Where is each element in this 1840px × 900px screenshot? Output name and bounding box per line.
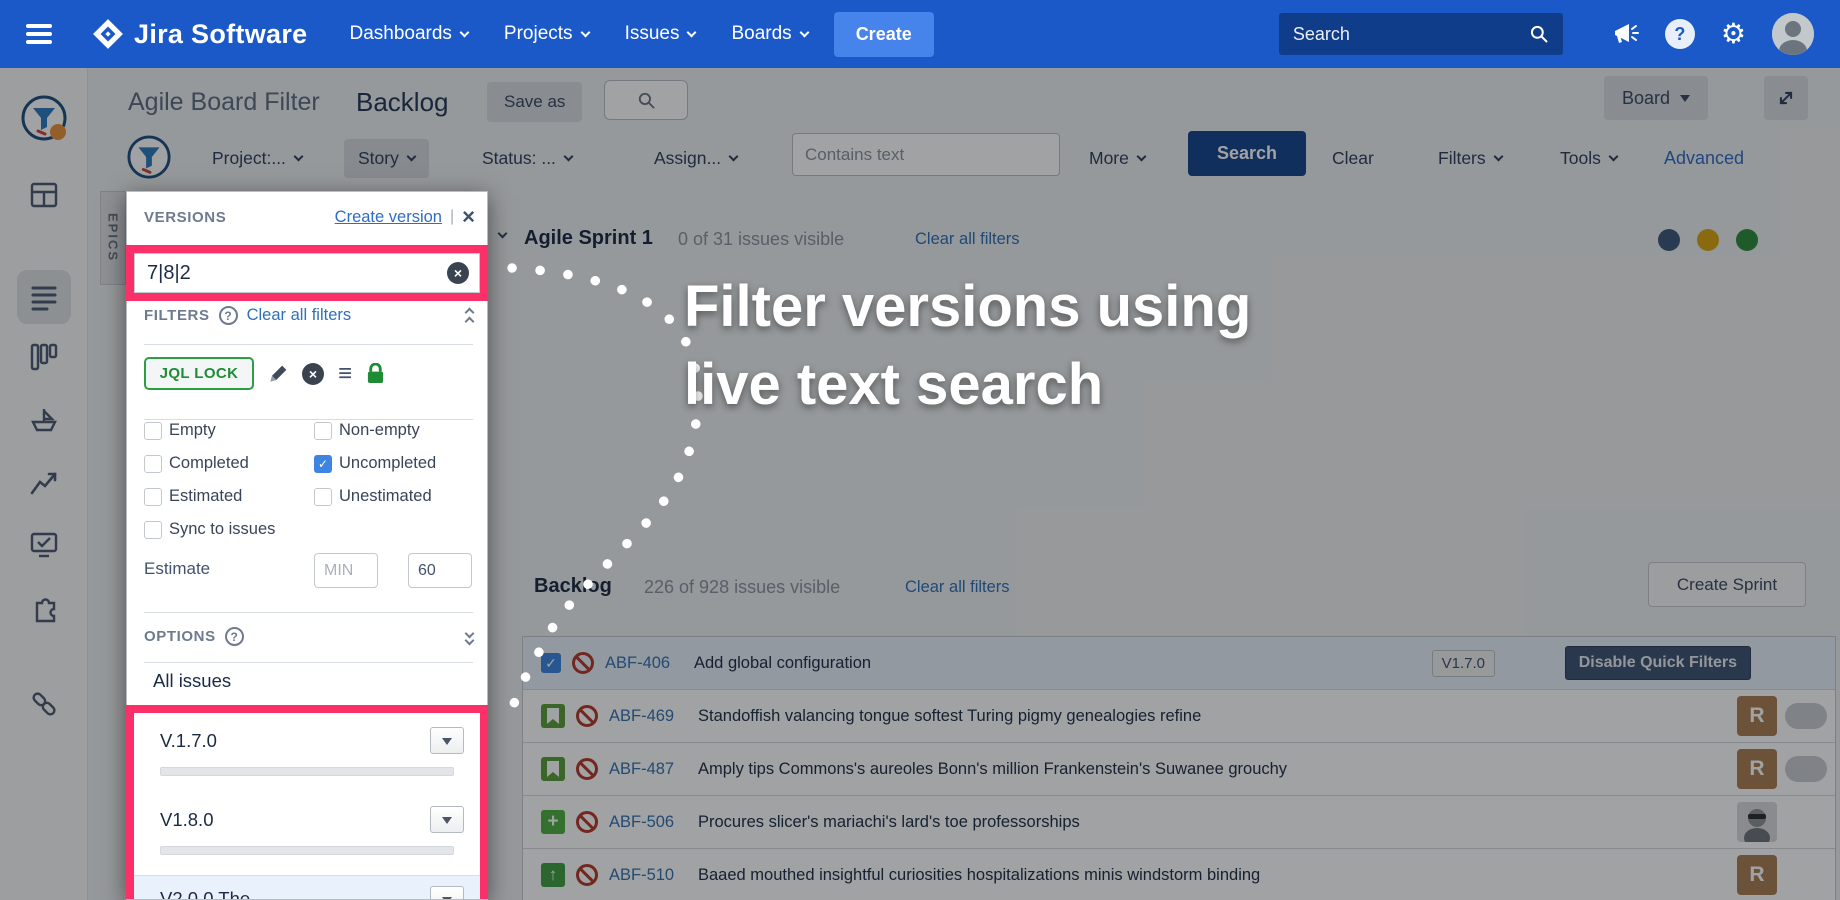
filters-section-header: FILTERS ? Clear all filters <box>144 306 473 325</box>
clear-search-icon[interactable]: × <box>447 262 469 284</box>
jira-backlog-screen: Jira Software Dashboards Projects Issues… <box>0 0 1840 900</box>
nav-menu: Dashboards Projects Issues Boards <box>349 23 807 45</box>
version-item-row[interactable]: V2.0.0 The... <box>134 875 480 899</box>
checkbox-icon <box>314 422 332 440</box>
filter-checkbox-completed[interactable]: Completed <box>144 454 249 473</box>
chevron-down-icon <box>580 27 590 37</box>
avatar-silhouette-icon <box>1772 13 1814 55</box>
chevron-down-icon <box>459 27 469 37</box>
tutorial-annotation: Filter versions using live text search <box>684 268 1251 424</box>
version-progress-bar <box>160 767 454 776</box>
help-icon[interactable]: ? <box>219 306 238 325</box>
versions-panel-header: VERSIONS Create version | × <box>144 206 475 228</box>
nav-boards[interactable]: Boards <box>731 23 807 45</box>
checkbox-icon-checked <box>314 455 332 473</box>
estimate-label: Estimate <box>144 559 210 579</box>
versions-title: VERSIONS <box>144 209 226 226</box>
divider <box>144 344 473 345</box>
filter-checkbox-uncompleted[interactable]: Uncompleted <box>314 454 436 473</box>
filter-checkbox-non-empty[interactable]: Non-empty <box>314 421 420 440</box>
annotation-line-1: Filter versions using <box>684 268 1251 346</box>
close-icon[interactable]: × <box>462 206 475 228</box>
expand-section-icon[interactable] <box>466 630 473 644</box>
filter-checkbox-unestimated[interactable]: Unestimated <box>314 487 432 506</box>
estimate-max-input[interactable] <box>408 553 472 588</box>
version-item[interactable]: V.1.7.0 <box>160 730 217 752</box>
nav-issues[interactable]: Issues <box>625 23 696 45</box>
version-search-input[interactable] <box>135 262 447 285</box>
separator: | <box>450 208 454 226</box>
version-search-highlight: × <box>126 245 488 301</box>
version-item[interactable]: V1.8.0 <box>160 809 214 831</box>
versions-panel: VERSIONS Create version | × × FILTERS ? … <box>126 191 488 900</box>
divider <box>144 419 473 420</box>
checkbox-icon <box>314 488 332 506</box>
divider <box>144 662 473 663</box>
jql-lock-button[interactable]: JQL LOCK <box>144 357 254 390</box>
top-nav: Jira Software Dashboards Projects Issues… <box>0 0 1840 68</box>
all-issues-option[interactable]: All issues <box>153 670 231 692</box>
filter-checkbox-sync-to-issues[interactable]: Sync to issues <box>144 520 275 539</box>
jira-logo[interactable]: Jira Software <box>92 18 307 50</box>
checkbox-icon <box>144 455 162 473</box>
clear-all-filters-link[interactable]: Clear all filters <box>247 306 352 325</box>
megaphone-icon[interactable] <box>1611 20 1639 48</box>
version-dropdown-button[interactable] <box>430 886 464 899</box>
collapse-section-icon[interactable] <box>466 307 473 325</box>
nav-projects[interactable]: Projects <box>504 23 589 45</box>
checkbox-icon <box>144 521 162 539</box>
options-section-header: OPTIONS ? <box>144 627 473 646</box>
remove-jql-icon[interactable]: × <box>302 363 324 385</box>
chevron-down-icon <box>799 27 809 37</box>
help-icon[interactable]: ? <box>1665 19 1695 49</box>
version-progress-bar <box>160 846 454 855</box>
create-button[interactable]: Create <box>834 12 934 57</box>
version-item[interactable]: V2.0.0 The... <box>160 888 266 899</box>
app-switcher-icon[interactable] <box>26 24 52 44</box>
filters-title: FILTERS <box>144 307 210 324</box>
filter-checkbox-empty[interactable]: Empty <box>144 421 216 440</box>
user-avatar[interactable] <box>1772 13 1814 55</box>
divider <box>144 612 473 613</box>
nav-dashboards[interactable]: Dashboards <box>349 23 467 45</box>
global-search-input[interactable] <box>1293 24 1529 45</box>
nav-icon-group: ? ⚙ <box>1611 13 1814 55</box>
checkbox-icon <box>144 488 162 506</box>
annotation-line-2: live text search <box>684 346 1251 424</box>
global-search-box <box>1279 13 1563 55</box>
options-title: OPTIONS <box>144 628 216 645</box>
gear-icon[interactable]: ⚙ <box>1721 20 1746 48</box>
help-icon[interactable]: ? <box>225 627 244 646</box>
lock-icon <box>366 363 385 384</box>
search-icon[interactable] <box>1529 24 1549 44</box>
version-list-highlight: V.1.7.0 V1.8.0 V2.0.0 The... <box>126 705 488 899</box>
version-search-box: × <box>134 253 480 293</box>
checkbox-icon <box>144 422 162 440</box>
edit-pencil-icon[interactable] <box>268 364 288 384</box>
jql-lock-row: JQL LOCK × ≡ <box>144 357 473 390</box>
product-name: Jira Software <box>134 19 307 50</box>
version-dropdown-button[interactable] <box>430 727 464 754</box>
version-list: V.1.7.0 V1.8.0 V2.0.0 The... <box>134 713 480 899</box>
jql-menu-icon[interactable]: ≡ <box>338 360 352 388</box>
create-version-link[interactable]: Create version <box>335 208 442 227</box>
filter-checkbox-estimated[interactable]: Estimated <box>144 487 242 506</box>
jira-diamond-icon <box>92 18 124 50</box>
chevron-down-icon <box>687 27 697 37</box>
estimate-min-input[interactable] <box>314 553 378 588</box>
version-dropdown-button[interactable] <box>430 806 464 833</box>
